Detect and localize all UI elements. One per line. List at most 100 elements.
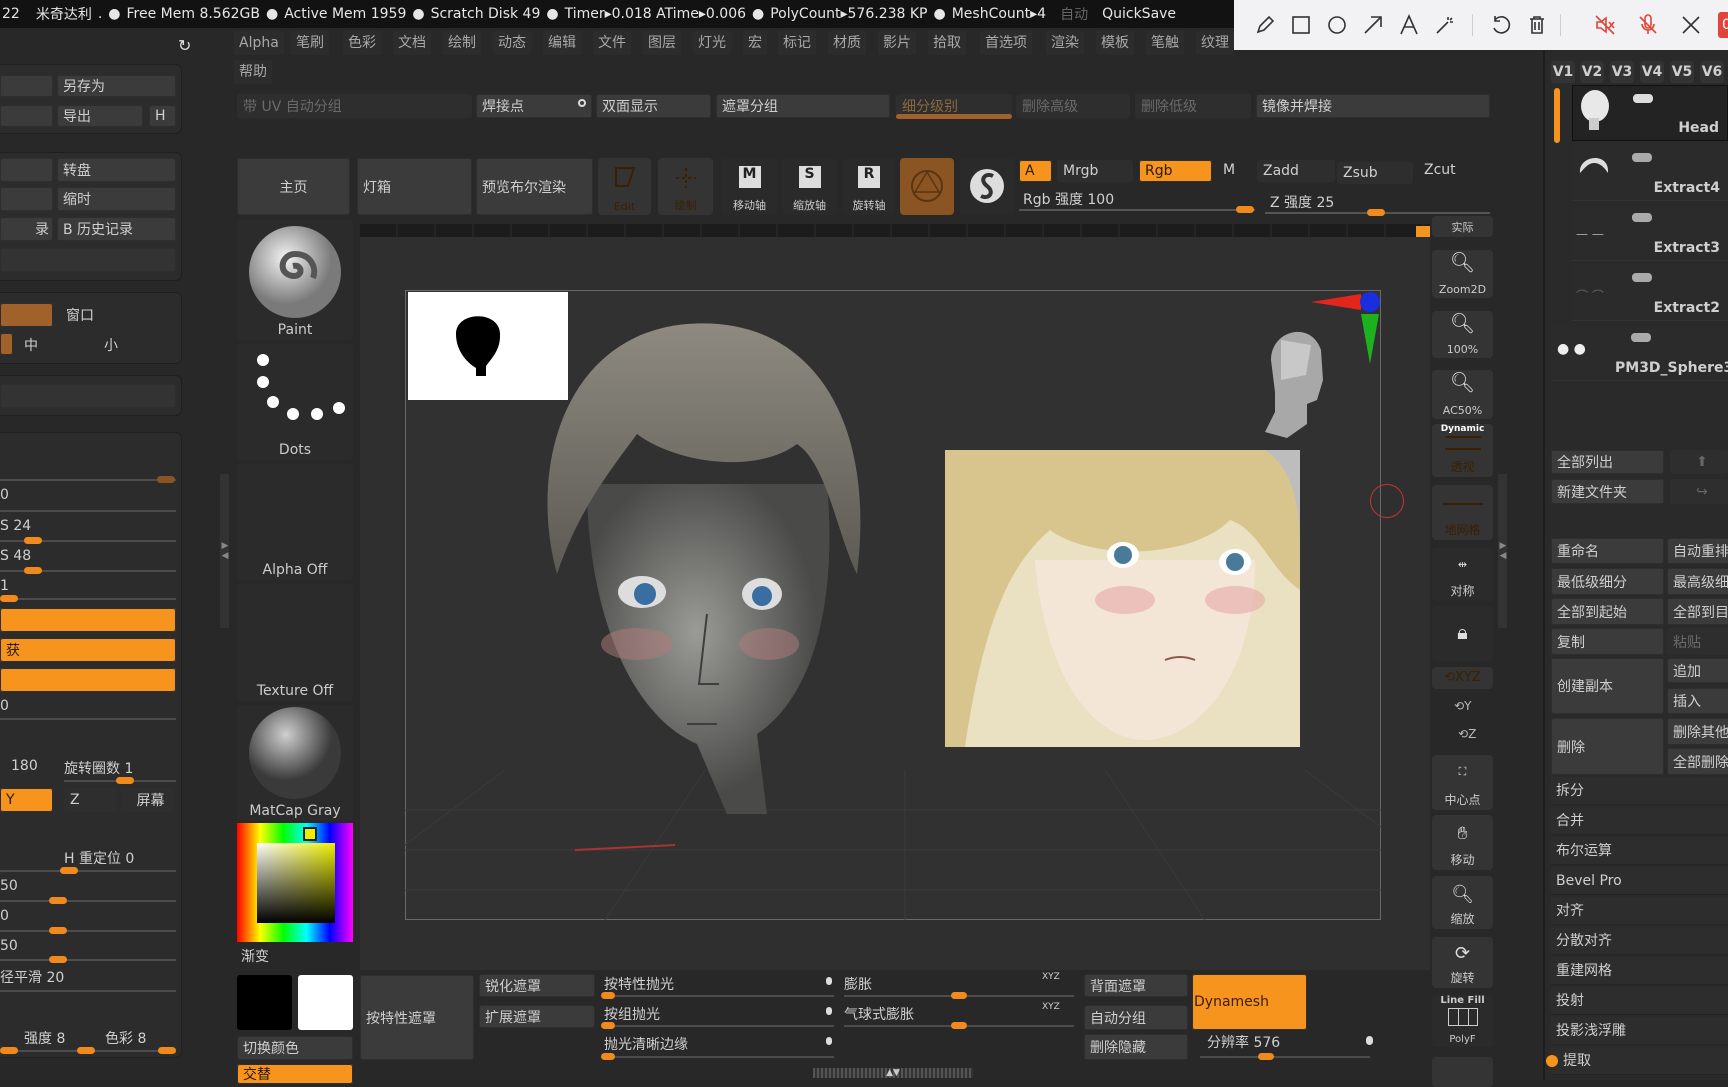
section-project[interactable]: 投射	[1551, 987, 1728, 1015]
slider-knob[interactable]	[77, 1047, 95, 1054]
menu-template[interactable]: 模板	[1096, 31, 1134, 55]
menu-color[interactable]: 色彩	[343, 31, 381, 55]
polish-groups-slider[interactable]	[604, 1025, 834, 1027]
section-project-bas-relief[interactable]: 投影浅浮雕	[1551, 1017, 1728, 1045]
toggle-dot-icon[interactable]	[1366, 1036, 1373, 1045]
screen-button[interactable]: 屏幕	[121, 788, 174, 812]
delete-lower-button[interactable]: 删除低级	[1135, 94, 1251, 118]
rotate-z-button[interactable]: ⟲Z	[1458, 727, 1476, 741]
subtool-item-pm3d-sphere[interactable]: ● ● PM3D_Sphere3D	[1551, 325, 1728, 381]
mirror-weld-button[interactable]: 镜像并焊接	[1256, 94, 1490, 118]
lightbox-button[interactable]: 灯箱	[357, 158, 472, 215]
zcut-button[interactable]: Zcut	[1424, 162, 1456, 178]
switch-color-button[interactable]: 切换颜色	[237, 1036, 353, 1060]
version-tab-v4[interactable]: V4	[1640, 61, 1664, 83]
section-boolean[interactable]: 布尔运算	[1551, 837, 1728, 865]
center-point-button[interactable]: ⛶ 中心点	[1432, 755, 1493, 810]
move-mode-button[interactable]: M 移动轴	[722, 158, 777, 215]
magic-wand-icon[interactable]	[1434, 14, 1456, 36]
polish-crisp-slider[interactable]	[604, 1056, 834, 1058]
circle-icon[interactable]	[1326, 14, 1348, 36]
paste-button[interactable]: 粘贴	[1667, 628, 1728, 655]
inflate-xyz[interactable]: XYZ	[1042, 972, 1060, 982]
backface-mask-button[interactable]: 背面遮罩	[1084, 974, 1188, 997]
h-button[interactable]: H	[149, 105, 176, 127]
section-extract[interactable]: 提取	[1551, 1047, 1728, 1075]
arrow-icon[interactable]	[1362, 14, 1384, 36]
rotate-view-button[interactable]: ⟳ 旋转	[1432, 937, 1493, 988]
slider-knob[interactable]	[601, 1053, 615, 1060]
menu-layer[interactable]: 图层	[643, 31, 681, 55]
bottom-tray-handle[interactable]: ▲▼	[813, 1068, 973, 1078]
menu-alpha[interactable]: Alpha	[234, 31, 284, 55]
slider-track[interactable]	[0, 930, 176, 932]
alternate-button[interactable]: 交替	[237, 1064, 353, 1084]
slider-knob[interactable]	[49, 956, 67, 963]
slider-knob[interactable]	[158, 1047, 176, 1054]
rgb-button[interactable]: Rgb	[1139, 160, 1212, 182]
axis-z-button[interactable]: Z	[64, 788, 116, 812]
visibility-toggle-icon[interactable]	[1632, 213, 1652, 222]
ac50-button[interactable]: 🔍︎ AC50%	[1432, 370, 1493, 419]
lowest-subdiv-button[interactable]: 最低级细分	[1551, 568, 1664, 595]
material-button[interactable]	[900, 158, 954, 215]
zoom2d-button[interactable]: 🔍︎ Zoom2D	[1432, 250, 1493, 298]
partial-tool-button[interactable]	[1432, 1057, 1493, 1087]
z-intensity-knob[interactable]	[1367, 209, 1385, 216]
actual-button[interactable]: 实际	[1432, 216, 1493, 237]
menu-file[interactable]: 文件	[593, 31, 631, 55]
slider-track[interactable]	[0, 479, 176, 481]
slider-track[interactable]	[0, 900, 176, 902]
save-as-button[interactable]: 另存为	[57, 75, 176, 97]
secondary-color-swatch[interactable]	[298, 975, 353, 1030]
slider-knob[interactable]	[24, 567, 42, 574]
perspective-button[interactable]: Dynamic 透视	[1432, 424, 1493, 477]
canvas[interactable]	[360, 237, 1430, 970]
resolution-slider[interactable]	[1200, 1056, 1370, 1058]
slider-track[interactable]	[0, 959, 176, 961]
menu-movie-dynamics[interactable]: 动态	[493, 31, 531, 55]
zadd-button[interactable]: Zadd	[1257, 160, 1335, 182]
visibility-toggle-icon[interactable]	[1631, 333, 1651, 342]
home-button[interactable]: 主页	[237, 158, 350, 215]
weld-points-button[interactable]: 焊接点	[476, 94, 592, 118]
orange-toggle[interactable]	[0, 668, 176, 692]
rename-button[interactable]: 重命名	[1551, 538, 1664, 564]
menu-texture[interactable]: 纹理	[1196, 31, 1234, 55]
left-partial-button[interactable]	[0, 158, 53, 182]
undo-icon[interactable]	[1490, 14, 1512, 36]
rotate-mode-button[interactable]: R 旋转轴	[843, 158, 895, 215]
menu-marker[interactable]: 标记	[778, 31, 816, 55]
delete-higher-button[interactable]: 删除高级	[1016, 94, 1130, 118]
version-tab-v2[interactable]: V2	[1580, 61, 1604, 83]
menu-stroke[interactable]: 笔触	[1146, 31, 1184, 55]
uv-auto-group-button[interactable]: 带 UV 自动分组	[237, 94, 472, 118]
empty-field[interactable]	[0, 384, 176, 408]
color-square[interactable]	[257, 843, 335, 923]
subtool-item-extract4[interactable]: Extract4	[1572, 145, 1728, 201]
slider-knob[interactable]	[49, 897, 67, 904]
head-model[interactable]	[507, 314, 871, 821]
all-to-target-button[interactable]: 全部到目标	[1667, 598, 1728, 625]
polish-feature-slider[interactable]	[604, 995, 834, 997]
rotate-y-button[interactable]: ⟲Y	[1454, 699, 1471, 713]
menu-brush[interactable]: 笔刷	[291, 31, 329, 55]
duplicate-button[interactable]: 创建副本	[1551, 658, 1664, 714]
rotate-xyz-button[interactable]: ⟲XYZ	[1432, 667, 1493, 689]
append-button[interactable]: 追加	[1667, 658, 1728, 683]
delete-button[interactable]: 删除	[1551, 718, 1664, 775]
insert-button[interactable]: 插入	[1667, 688, 1728, 714]
slider-knob[interactable]	[49, 927, 67, 934]
zsub-button[interactable]: Zsub	[1337, 162, 1413, 184]
menu-light[interactable]: 灯光	[693, 31, 731, 55]
toggle-dot-icon[interactable]	[826, 1037, 832, 1045]
menu-macro[interactable]: 宏	[743, 31, 767, 55]
trash-icon[interactable]	[1526, 14, 1548, 36]
list-all-button[interactable]: 全部列出	[1551, 450, 1664, 474]
slider-knob[interactable]	[157, 476, 175, 483]
polyframe-button[interactable]: Line Fill PolyF	[1432, 995, 1493, 1047]
menu-draw[interactable]: 绘制	[443, 31, 481, 55]
resolution-knob[interactable]	[1258, 1053, 1274, 1060]
texture-picker[interactable]: Texture Off	[237, 584, 353, 701]
timelapse-button[interactable]: 缩时	[57, 187, 176, 211]
